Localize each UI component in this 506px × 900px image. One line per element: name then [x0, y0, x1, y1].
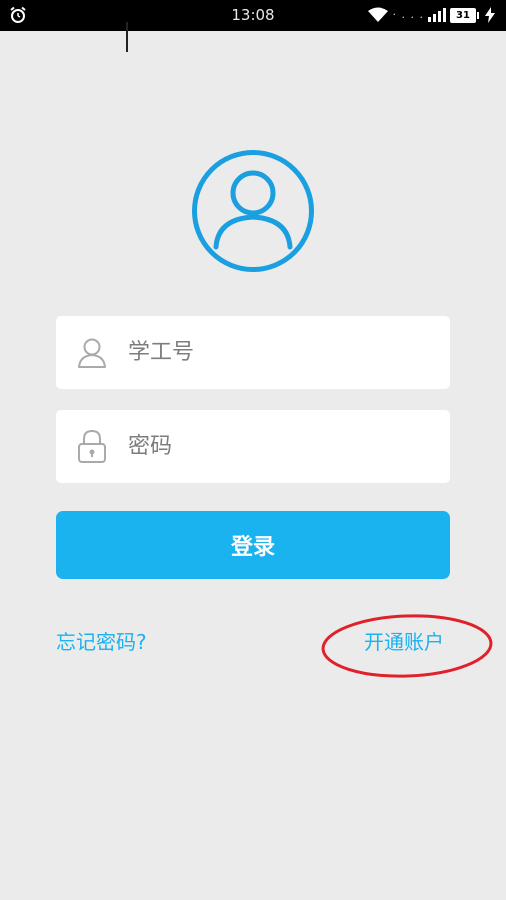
wifi-icon	[367, 7, 388, 22]
user-avatar-icon	[192, 150, 314, 272]
user-icon	[78, 338, 106, 368]
lock-icon	[78, 429, 106, 463]
forgot-password-link[interactable]: 忘记密码?	[56, 626, 147, 658]
signal-strength-icon	[428, 8, 446, 22]
username-field-container	[56, 316, 450, 389]
login-button[interactable]: 登录	[56, 511, 450, 579]
text-cursor	[126, 22, 128, 52]
password-input[interactable]	[128, 410, 428, 483]
network-activity-indicator: ‧ . . .	[392, 8, 424, 21]
password-field-container	[56, 410, 450, 483]
username-input[interactable]	[128, 316, 428, 389]
open-account-link[interactable]: 开通账户	[364, 626, 444, 658]
battery-indicator: 31	[450, 7, 479, 23]
status-bar: 13:08 ‧ . . . 31	[0, 0, 506, 31]
charging-bolt-icon	[485, 7, 495, 23]
